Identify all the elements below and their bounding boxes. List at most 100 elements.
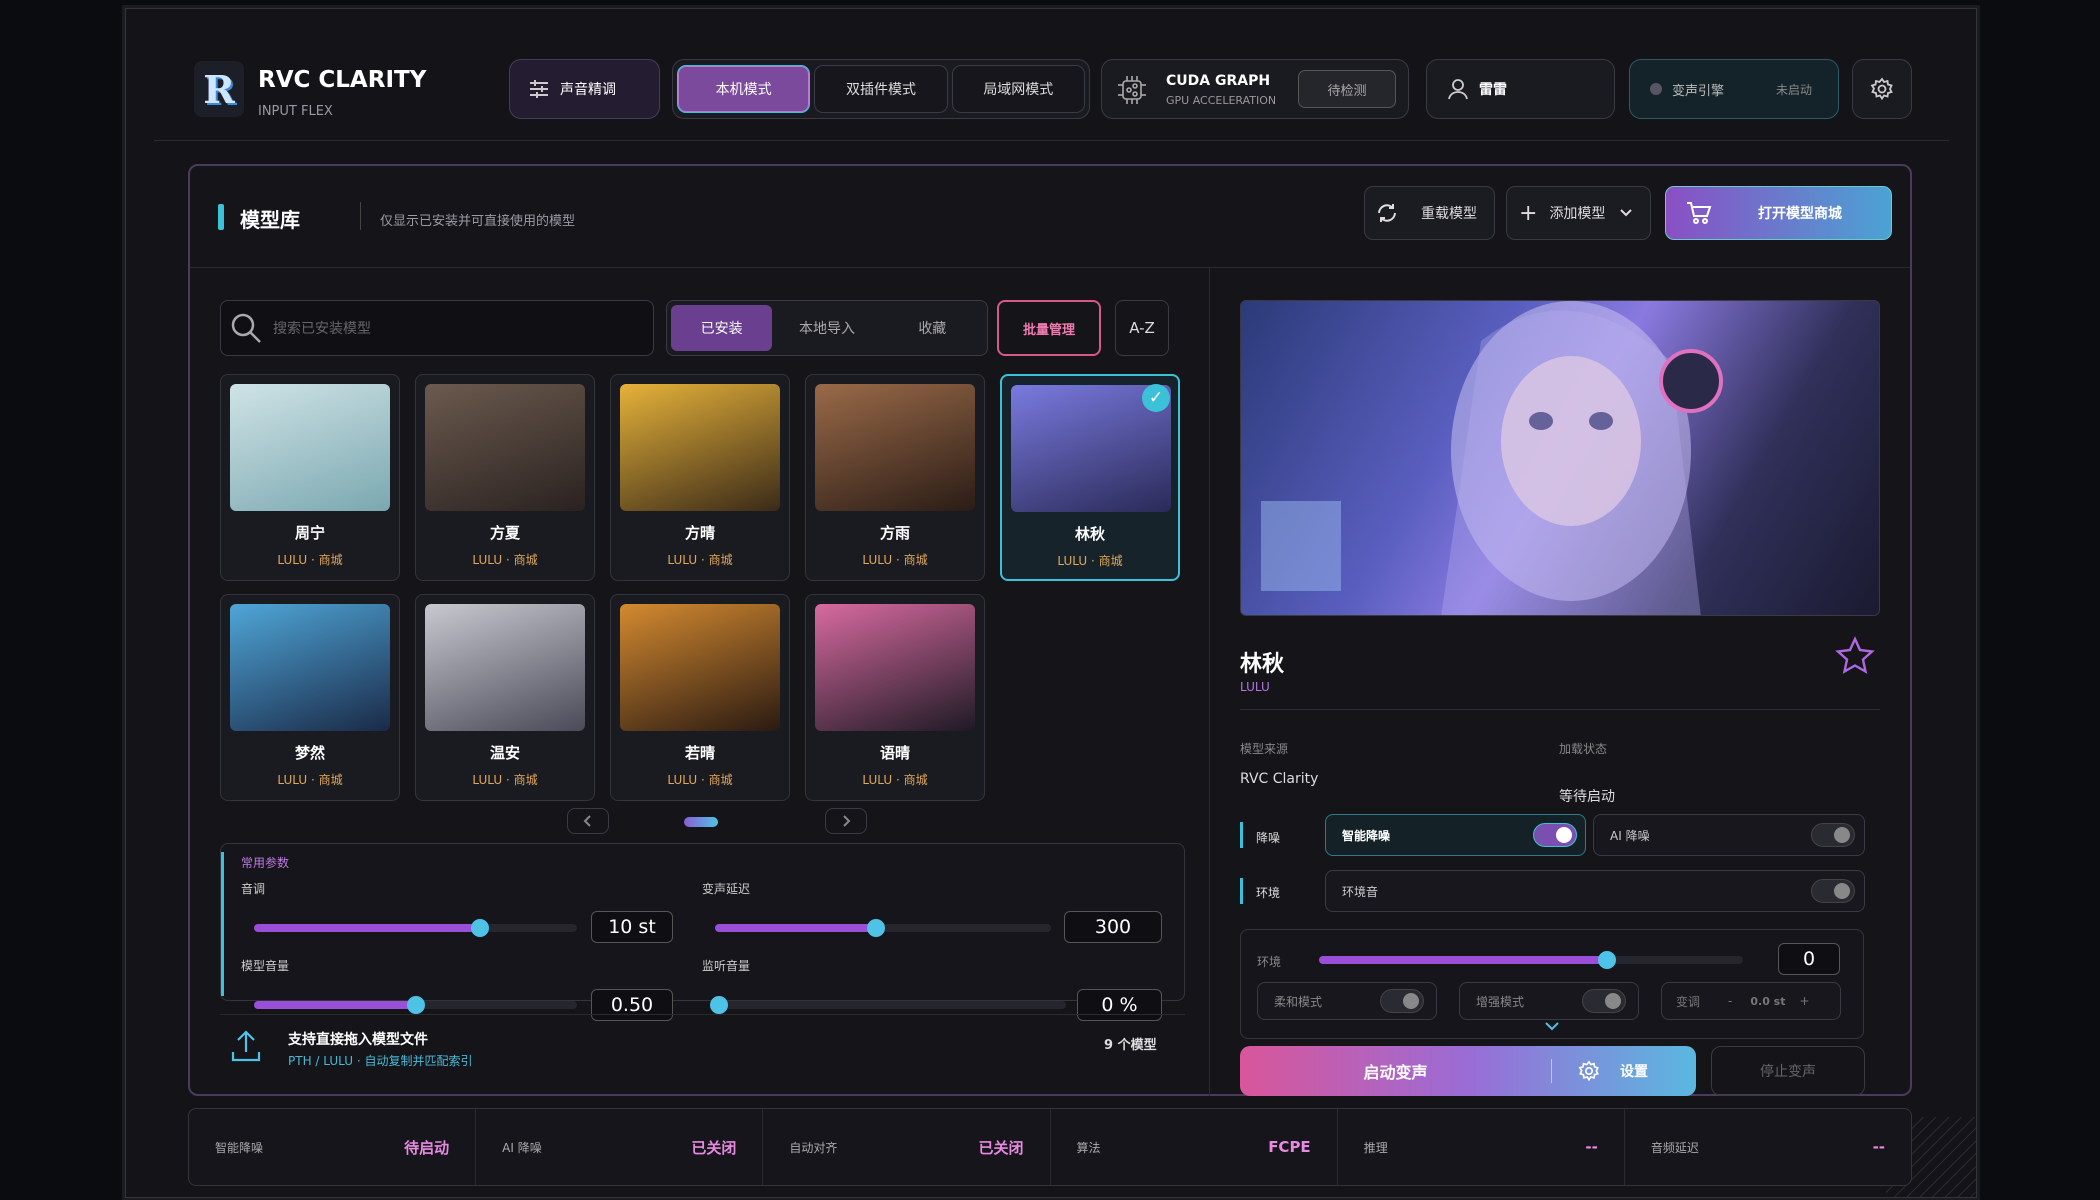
mode-switcher: 本机模式 双插件模式 局域网模式 bbox=[672, 59, 1090, 119]
search-input[interactable]: 搜索已安装模型 bbox=[220, 300, 654, 356]
model-card[interactable]: 梦然 LULU · 商城 bbox=[220, 594, 400, 801]
monitor-volume-label: 监听音量 bbox=[702, 959, 751, 973]
env-value[interactable]: 0 bbox=[1778, 943, 1840, 975]
status-key: 推理 bbox=[1363, 1140, 1388, 1155]
model-card[interactable]: 周宁 LULU · 商城 bbox=[220, 374, 400, 581]
model-card[interactable]: 方晴 LULU · 商城 bbox=[610, 374, 790, 581]
pitch-plus-button[interactable]: + bbox=[1799, 994, 1809, 1008]
pitch-stepper[interactable]: 变调 - 0.0 st + bbox=[1661, 982, 1841, 1020]
latency-value[interactable]: 300 bbox=[1064, 911, 1162, 943]
monitor-volume-slider-handle[interactable] bbox=[710, 996, 728, 1014]
source-key: 模型来源 bbox=[1240, 742, 1289, 756]
model-card[interactable]: 语晴 LULU · 商城 bbox=[805, 594, 985, 801]
stop-voice-change-button[interactable]: 停止变声 bbox=[1711, 1046, 1865, 1096]
pitch-slider-handle[interactable] bbox=[471, 919, 490, 937]
next-page-button[interactable] bbox=[825, 808, 867, 834]
model-card-tag: LULU · 商城 bbox=[277, 553, 343, 567]
model-card-name: 方雨 bbox=[879, 524, 910, 542]
cuda-title: CUDA GRAPH bbox=[1166, 73, 1271, 89]
latency-slider-handle[interactable] bbox=[867, 919, 886, 937]
status-value: -- bbox=[1872, 1138, 1886, 1156]
tab-dual-plugin-mode[interactable]: 双插件模式 bbox=[814, 65, 948, 113]
status-key: AI 降噪 bbox=[502, 1140, 542, 1155]
check-icon: ✓ bbox=[1142, 384, 1170, 412]
chevron-down-icon[interactable] bbox=[1544, 1021, 1560, 1033]
detail-divider bbox=[1240, 709, 1880, 710]
denoise-accent bbox=[1240, 822, 1243, 848]
tab-installed[interactable]: 已安装 bbox=[671, 305, 773, 351]
start-divider bbox=[1551, 1059, 1552, 1083]
model-thumbnail bbox=[620, 604, 780, 731]
model-card[interactable]: 林秋 LULU · 商城 ✓ bbox=[1000, 374, 1180, 581]
search-placeholder: 搜索已安装模型 bbox=[273, 321, 371, 337]
env-slider-label: 环境 bbox=[1257, 955, 1282, 969]
model-card[interactable]: 若晴 LULU · 商城 bbox=[610, 594, 790, 801]
reload-models-button[interactable]: 重载模型 bbox=[1364, 186, 1495, 240]
ai-denoise-switch[interactable] bbox=[1811, 823, 1855, 847]
favorite-star-icon[interactable] bbox=[1835, 636, 1875, 676]
open-model-store-button[interactable]: 打开模型商城 bbox=[1665, 186, 1892, 240]
model-card-tag: LULU · 商城 bbox=[472, 553, 538, 567]
sort-button[interactable]: A-Z bbox=[1115, 300, 1169, 356]
model-volume-slider[interactable] bbox=[254, 996, 577, 1014]
cuda-check-button[interactable]: 待检测 bbox=[1298, 70, 1396, 108]
tab-local-mode[interactable]: 本机模式 bbox=[677, 65, 811, 113]
status-key: 智能降噪 bbox=[215, 1140, 264, 1155]
soft-mode-toggle[interactable]: 柔和模式 bbox=[1257, 982, 1437, 1020]
params-section-title: 常用参数 bbox=[241, 856, 290, 870]
smart-denoise-switch[interactable] bbox=[1533, 823, 1577, 847]
status-cell: AI 降噪 已关闭 bbox=[476, 1109, 764, 1185]
user-button[interactable]: 雷雷 bbox=[1426, 59, 1615, 119]
env-sound-switch[interactable] bbox=[1811, 879, 1855, 903]
monitor-volume-slider[interactable] bbox=[710, 996, 1066, 1014]
start-voice-change-button[interactable]: 启动变声 设置 bbox=[1240, 1046, 1696, 1096]
chip-icon bbox=[1118, 76, 1146, 104]
refresh-icon bbox=[1378, 204, 1396, 222]
common-params: 常用参数 音调 10 st 变声延迟 300 模型音量 0.50 监听音量 0 … bbox=[220, 843, 1185, 1021]
model-card[interactable]: 温安 LULU · 商城 bbox=[415, 594, 595, 801]
pitch-minus-button[interactable]: - bbox=[1728, 994, 1732, 1008]
status-value: 已关闭 bbox=[691, 1138, 737, 1157]
ai-denoise-toggle[interactable]: AI 降噪 bbox=[1593, 814, 1865, 856]
page-indicator bbox=[684, 817, 718, 827]
gear-icon bbox=[1870, 77, 1893, 101]
batch-manage-button[interactable]: 批量管理 bbox=[997, 300, 1101, 356]
prev-page-button[interactable] bbox=[567, 808, 609, 834]
soft-mode-switch[interactable] bbox=[1380, 989, 1424, 1013]
env-slider[interactable] bbox=[1319, 951, 1743, 969]
model-card-tag: LULU · 商城 bbox=[277, 773, 343, 787]
engine-state: 未启动 bbox=[1775, 82, 1812, 97]
selected-model-name: 林秋 bbox=[1240, 652, 1285, 677]
latency-slider[interactable] bbox=[715, 919, 1051, 937]
tab-lan-mode[interactable]: 局域网模式 bbox=[951, 65, 1085, 113]
page-subtitle: 仅显示已安装并可直接使用的模型 bbox=[380, 214, 576, 229]
model-volume-slider-handle[interactable] bbox=[406, 996, 425, 1014]
model-volume-label: 模型音量 bbox=[241, 959, 290, 973]
boost-mode-toggle[interactable]: 增强模式 bbox=[1459, 982, 1639, 1020]
voice-tune-button[interactable]: 声音精调 bbox=[509, 59, 660, 119]
model-card-tag: LULU · 商城 bbox=[667, 553, 733, 567]
advanced-panel: 环境 0 柔和模式 增强模式 变调 - 0.0 st + bbox=[1240, 929, 1864, 1039]
pitch-slider[interactable] bbox=[254, 919, 577, 937]
latency-label: 变声延迟 bbox=[702, 882, 751, 896]
cuda-panel: CUDA GRAPH GPU ACCELERATION 待检测 bbox=[1101, 59, 1409, 119]
settings-button[interactable] bbox=[1852, 59, 1912, 119]
ai-denoise-label: AI 降噪 bbox=[1610, 828, 1650, 843]
model-thumbnail bbox=[425, 384, 585, 511]
status-cell: 自动对齐 已关闭 bbox=[763, 1109, 1051, 1185]
tab-favorites[interactable]: 收藏 bbox=[882, 305, 983, 351]
env-sound-toggle[interactable]: 环境音 bbox=[1325, 870, 1865, 912]
start-settings-label[interactable]: 设置 bbox=[1620, 1061, 1648, 1081]
pitch-value[interactable]: 10 st bbox=[591, 911, 673, 943]
model-card[interactable]: 方夏 LULU · 商城 bbox=[415, 374, 595, 581]
add-model-button[interactable]: + 添加模型 bbox=[1506, 186, 1651, 240]
chevron-left-icon bbox=[583, 815, 591, 827]
smart-denoise-toggle[interactable]: 智能降噪 bbox=[1325, 814, 1586, 856]
engine-status-dot bbox=[1650, 83, 1662, 95]
engine-label: 变声引擎 bbox=[1672, 83, 1725, 99]
env-slider-handle[interactable] bbox=[1598, 951, 1617, 969]
boost-mode-switch[interactable] bbox=[1582, 989, 1626, 1013]
chevron-down-icon bbox=[1620, 209, 1633, 217]
tab-local-import[interactable]: 本地导入 bbox=[776, 305, 877, 351]
model-card[interactable]: 方雨 LULU · 商城 bbox=[805, 374, 985, 581]
